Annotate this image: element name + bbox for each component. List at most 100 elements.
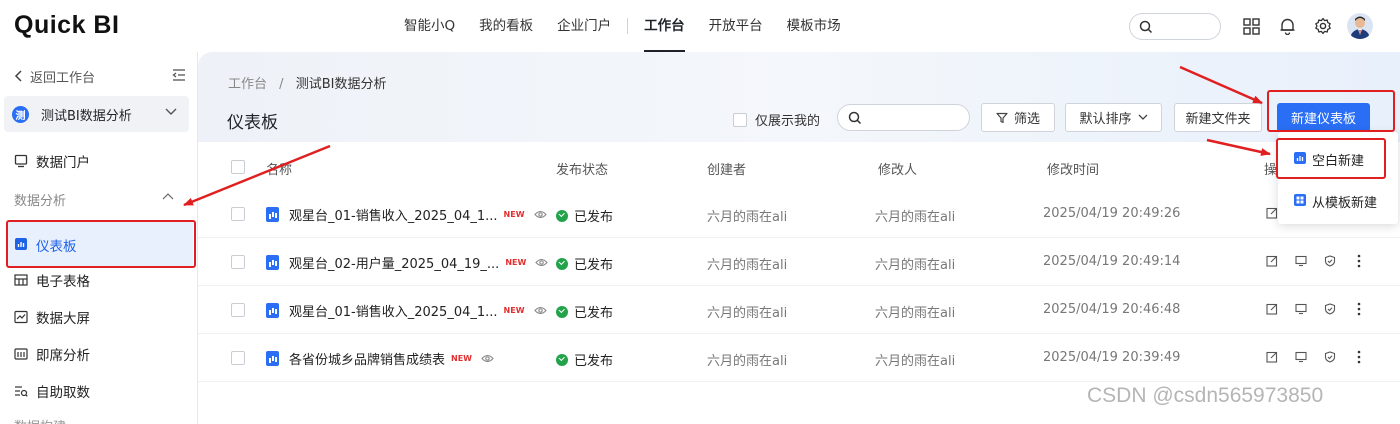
- sidebar-item-self-service[interactable]: 自助取数: [14, 380, 90, 402]
- collapse-sidebar-icon[interactable]: [172, 68, 186, 82]
- sidebar-item-label: 即席分析: [36, 348, 90, 364]
- new-folder-button[interactable]: 新建文件夹: [1174, 103, 1262, 132]
- nav-item-my-boards[interactable]: 我的看板: [467, 0, 545, 52]
- row-name[interactable]: 观星台_01-销售收入_2025_04_1...: [289, 301, 498, 320]
- nav-item-workbench[interactable]: 工作台: [632, 0, 697, 52]
- menu-item-blank-new[interactable]: 空白新建: [1294, 150, 1364, 169]
- sidebar-group-label: 数据构建: [14, 416, 66, 424]
- nav-item-template-market[interactable]: 模板市场: [775, 0, 853, 52]
- sort-dropdown[interactable]: 默认排序: [1065, 103, 1162, 132]
- nav-item-xiaoq[interactable]: 智能小Q: [392, 0, 467, 52]
- checkbox[interactable]: [733, 112, 747, 127]
- eye-icon[interactable]: [533, 210, 547, 219]
- self-service-icon: [14, 384, 28, 398]
- search-input[interactable]: [837, 104, 970, 131]
- row-creator: 六月的雨在ali: [707, 210, 788, 225]
- main-content: 工作台 / 测试BI数据分析 仪表板 仅展示我的 筛选 默认排序 新建文件夹 新…: [198, 52, 1400, 424]
- preview-monitor-icon[interactable]: [1293, 349, 1309, 365]
- breadcrumb: 工作台 / 测试BI数据分析: [228, 73, 386, 92]
- edit-icon[interactable]: [1264, 301, 1280, 317]
- top-navbar: Quick BI 智能小Q 我的看板 企业门户 工作台 开放平台 模板市场: [0, 0, 1400, 52]
- column-status[interactable]: 发布状态: [556, 159, 608, 178]
- sidebar-item-big-screen[interactable]: 数据大屏: [14, 306, 90, 328]
- more-vertical-icon[interactable]: [1351, 253, 1367, 269]
- table-row[interactable]: 观星台_01-销售收入_2025_04_1... NEW 已发布 六月的雨在ali…: [198, 190, 1400, 238]
- table-row[interactable]: 观星台_02-用户量_2025_04_19_... NEW 已发布 六月的雨在al…: [198, 238, 1400, 286]
- dashboard-icon: [14, 237, 28, 255]
- edit-icon[interactable]: [1264, 253, 1280, 269]
- column-creator[interactable]: 创建者: [707, 159, 746, 178]
- status-label: 已发布: [574, 258, 614, 273]
- workspace-name: 测试BI数据分析: [41, 108, 132, 124]
- row-checkbox[interactable]: [231, 255, 245, 269]
- preview-monitor-icon[interactable]: [1293, 253, 1309, 269]
- global-search-input[interactable]: [1129, 13, 1221, 40]
- row-modifier: 六月的雨在ali: [875, 354, 956, 369]
- apps-grid-icon[interactable]: [1240, 15, 1262, 37]
- column-modifier[interactable]: 修改人: [878, 159, 917, 178]
- shield-icon[interactable]: [1322, 253, 1338, 269]
- workspace-badge: 测: [12, 105, 29, 123]
- row-name[interactable]: 各省份城乡品牌销售成绩表: [289, 349, 445, 368]
- row-modifier: 六月的雨在ali: [875, 258, 956, 273]
- row-modifier: 六月的雨在ali: [875, 210, 956, 225]
- only-mine-label: 仅展示我的: [755, 114, 821, 129]
- row-checkbox[interactable]: [231, 351, 245, 365]
- row-checkbox[interactable]: [231, 207, 245, 221]
- new-dashboard-button[interactable]: 新建仪表板: [1277, 103, 1370, 132]
- status-label: 已发布: [574, 354, 614, 369]
- only-mine-checkbox[interactable]: 仅展示我的: [733, 110, 820, 129]
- published-check-icon: [556, 353, 568, 366]
- eye-icon[interactable]: [535, 258, 549, 267]
- sidebar-item-adhoc-analysis[interactable]: 即席分析: [14, 343, 90, 365]
- more-vertical-icon[interactable]: [1351, 349, 1367, 365]
- more-vertical-icon[interactable]: [1351, 301, 1367, 317]
- top-nav: 智能小Q 我的看板 企业门户 工作台 开放平台 模板市场: [392, 0, 853, 52]
- search-icon: [848, 111, 862, 125]
- sidebar-group-data-analysis[interactable]: 数据分析: [14, 190, 174, 209]
- edit-icon[interactable]: [1264, 349, 1280, 365]
- eye-icon[interactable]: [533, 306, 547, 315]
- shield-icon[interactable]: [1322, 349, 1338, 365]
- back-label: 返回工作台: [30, 70, 96, 86]
- shield-icon[interactable]: [1322, 301, 1338, 317]
- column-modified-time[interactable]: 修改时间: [1047, 159, 1099, 178]
- dashboard-file-icon: [266, 351, 279, 366]
- filter-icon: [996, 112, 1008, 123]
- table-row[interactable]: 观星台_01-销售收入_2025_04_1... NEW 已发布 六月的雨在ali…: [198, 286, 1400, 334]
- sidebar-item-data-portal[interactable]: 数据门户: [14, 150, 90, 172]
- menu-item-from-template[interactable]: 从模板新建: [1294, 192, 1377, 211]
- row-name[interactable]: 观星台_02-用户量_2025_04_19_...: [289, 253, 499, 272]
- column-name[interactable]: 名称: [266, 159, 292, 178]
- avatar[interactable]: [1347, 13, 1373, 39]
- sidebar-item-label: 数据大屏: [36, 311, 90, 327]
- published-check-icon: [556, 257, 568, 270]
- gear-icon[interactable]: [1312, 15, 1334, 37]
- sidebar: 返回工作台 测 测试BI数据分析 数据门户 数据分析 仪表板 电子表格 数据大屏…: [0, 52, 198, 424]
- page-title: 仪表板: [227, 113, 278, 133]
- status-badge: 已发布: [556, 206, 613, 225]
- workspace-select[interactable]: 测 测试BI数据分析: [4, 96, 189, 132]
- preview-monitor-icon[interactable]: [1293, 301, 1309, 317]
- bell-icon[interactable]: [1276, 15, 1298, 37]
- app-logo[interactable]: Quick BI: [14, 11, 119, 40]
- eye-icon[interactable]: [481, 354, 494, 363]
- chevron-up-icon: [162, 193, 174, 200]
- adhoc-icon: [14, 347, 28, 361]
- breadcrumb-root[interactable]: 工作台: [228, 77, 267, 92]
- nav-item-open-platform[interactable]: 开放平台: [697, 0, 775, 52]
- sidebar-item-dashboard[interactable]: 仪表板: [8, 222, 193, 266]
- back-to-workbench[interactable]: 返回工作台: [14, 66, 186, 86]
- sidebar-item-spreadsheet[interactable]: 电子表格: [14, 269, 90, 291]
- select-all-checkbox[interactable]: [231, 160, 245, 174]
- nav-item-portal[interactable]: 企业门户: [545, 0, 623, 52]
- row-checkbox[interactable]: [231, 303, 245, 317]
- new-badge: NEW: [451, 354, 472, 363]
- sidebar-group-data-build[interactable]: 数据构建: [14, 414, 66, 424]
- template-icon: [1294, 193, 1306, 210]
- sidebar-group-label: 数据分析: [14, 194, 67, 209]
- table-row[interactable]: 各省份城乡品牌销售成绩表 NEW 已发布 六月的雨在ali 六月的雨在ali 20…: [198, 334, 1400, 382]
- filter-button[interactable]: 筛选: [981, 103, 1055, 132]
- status-badge: 已发布: [556, 254, 613, 273]
- row-name[interactable]: 观星台_01-销售收入_2025_04_1...: [289, 205, 498, 224]
